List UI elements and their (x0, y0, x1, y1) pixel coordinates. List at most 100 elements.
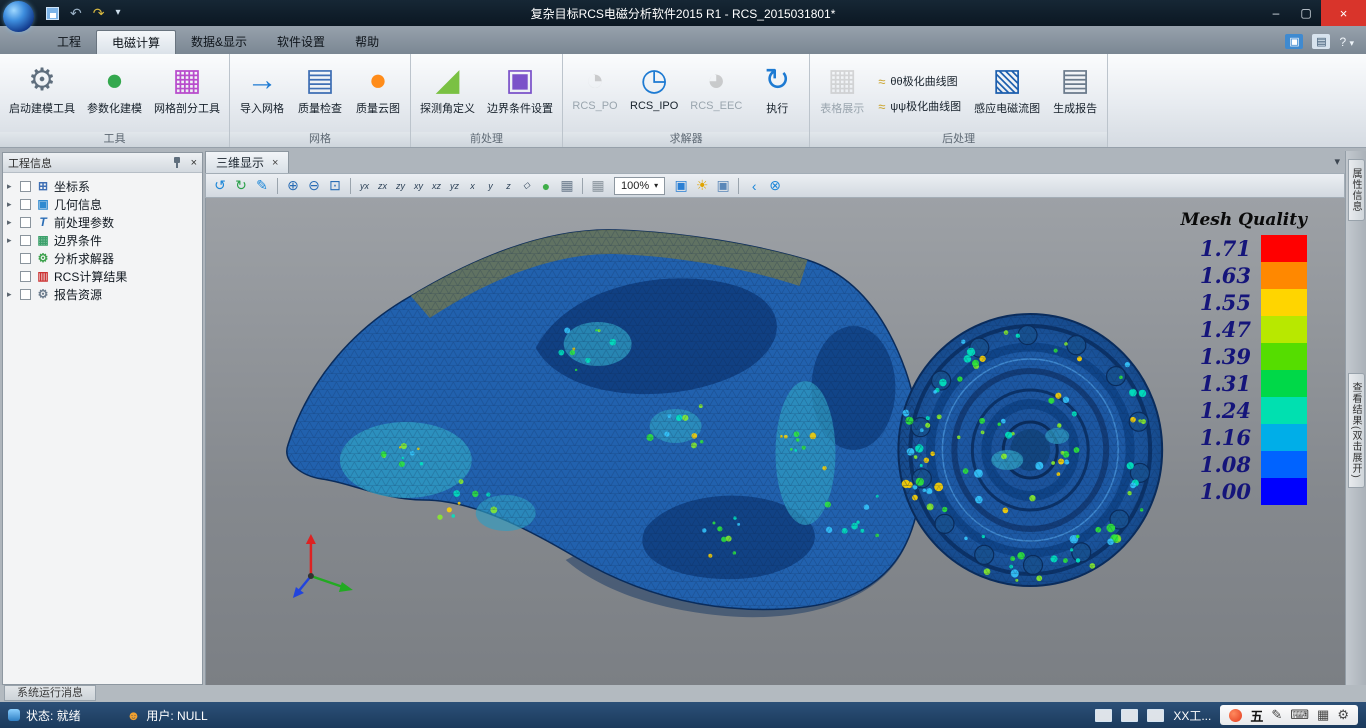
mesh-partition-tool-button[interactable]: ▦ 网格剖分工具 (148, 56, 226, 131)
light-icon[interactable]: ☀ (692, 176, 712, 196)
checkbox[interactable] (20, 289, 31, 300)
render-mode-icon[interactable]: ▣ (671, 176, 691, 196)
parametric-modeling-button[interactable]: ● 参数化建模 (81, 56, 148, 131)
sketch-icon[interactable]: ✎ (252, 176, 272, 196)
minimize-button[interactable]: – (1261, 0, 1291, 26)
generate-report-button[interactable]: ▤ 生成报告 (1046, 56, 1104, 131)
checkbox[interactable] (20, 217, 31, 228)
save-icon[interactable] (46, 7, 59, 20)
ime-mode-indicator[interactable]: 五 (1250, 706, 1263, 725)
tree-item-geometry-info[interactable]: ▸ ▣ 几何信息 (3, 195, 202, 213)
probe-angle-button[interactable]: ◢ 探测角定义 (414, 56, 481, 131)
import-mesh-button[interactable]: → 导入网格 (233, 56, 291, 131)
tree-item-boundary-conditions[interactable]: ▸ ▦ 边界条件 (3, 231, 202, 249)
redo-icon[interactable]: ↷ (93, 6, 105, 20)
theta-polarization-curve-button[interactable]: ≈ θθ极化曲线图 (878, 73, 961, 89)
quality-cloud-button[interactable]: ● 质量云图 (349, 56, 407, 131)
expand-arrow-icon[interactable]: ▸ (7, 235, 18, 246)
app-logo-icon[interactable] (3, 1, 34, 32)
zoom-out-icon[interactable]: ⊖ (304, 176, 324, 196)
launch-modeling-tool-button[interactable]: ⚙ 启动建模工具 (3, 56, 81, 131)
skin-icon[interactable]: ▣ (1285, 34, 1303, 49)
view-xy-icon[interactable]: xy (410, 176, 427, 196)
tab-list-dropdown-icon[interactable]: ▾ (1334, 155, 1340, 168)
tree-item-solver[interactable]: ▸ ⚙ 分析求解器 (3, 249, 202, 267)
tree-item-coordinate-system[interactable]: ▸ ⊞ 坐标系 (3, 177, 202, 195)
checkbox[interactable] (20, 199, 31, 210)
boundary-condition-button[interactable]: ▣ 边界条件设置 (481, 56, 559, 131)
undo-icon[interactable]: ↶ (70, 6, 82, 20)
help-menu-button[interactable]: ? ▾ (1339, 35, 1354, 49)
expand-arrow-icon[interactable]: ▸ (7, 289, 18, 300)
checkbox[interactable] (20, 271, 31, 282)
tab-software-settings[interactable]: 软件设置 (262, 30, 340, 54)
view-zx-icon[interactable]: zx (374, 176, 391, 196)
side-tab-properties[interactable]: 属性信息 (1348, 159, 1365, 221)
checkbox[interactable] (20, 181, 31, 192)
close-button[interactable]: × (1321, 0, 1366, 26)
tab-em-computation[interactable]: 电磁计算 (96, 30, 176, 54)
tab-help[interactable]: 帮助 (340, 30, 394, 54)
view-yx-icon[interactable]: yx (356, 176, 373, 196)
taskbar-window-icon[interactable] (1095, 709, 1112, 722)
display-icon[interactable]: ▤ (1312, 34, 1330, 49)
tree-item-report-resources[interactable]: ▸ ⚙ 报告资源 (3, 285, 202, 303)
side-tab-view-results[interactable]: 查看结果(双击展开) (1348, 373, 1365, 488)
tab-3d-display[interactable]: 三维显示 × (205, 151, 289, 173)
view-xz-icon[interactable]: xz (428, 176, 445, 196)
taskbar-window-icon[interactable] (1147, 709, 1164, 722)
execute-button[interactable]: ↻ 执行 (748, 56, 806, 131)
viewport-3d-canvas[interactable]: Mesh Quality 1.71 1.63 1.55 1.47 1.39 1.… (205, 198, 1345, 685)
tab-project[interactable]: 工程 (42, 30, 96, 54)
table-icon: ▦ (828, 58, 857, 100)
taskbar-app-text[interactable]: XX工... (1173, 707, 1211, 724)
qat-customize-icon[interactable]: ▾ (115, 8, 120, 18)
expand-arrow-icon[interactable]: ▸ (7, 199, 18, 210)
view-zy-icon[interactable]: zy (392, 176, 409, 196)
legend-value: 1.63 (1200, 262, 1261, 289)
ime-logo-icon[interactable] (1229, 709, 1242, 722)
pin-icon[interactable] (172, 157, 182, 168)
panel-close-icon[interactable]: × (191, 157, 197, 169)
psi-polarization-curve-button[interactable]: ≈ ψψ极化曲线图 (878, 98, 961, 114)
view-iso-icon[interactable]: ◇ (518, 176, 535, 196)
tab-close-icon[interactable]: × (272, 157, 278, 169)
shaded-view-icon[interactable]: ● (536, 176, 556, 196)
collapse-icon[interactable]: ‹ (744, 176, 764, 196)
view-z-icon[interactable]: z (500, 176, 517, 196)
close-view-icon[interactable]: ⊗ (765, 176, 785, 196)
orbit-icon[interactable]: ↺ (210, 176, 230, 196)
system-messages-tab[interactable]: 系统运行消息 (4, 685, 96, 701)
ime-settings-gear-icon[interactable]: ⚙ (1337, 707, 1349, 723)
view-y-icon[interactable]: y (482, 176, 499, 196)
checkbox[interactable] (20, 253, 31, 264)
zoom-window-icon[interactable]: ⊡ (325, 176, 345, 196)
taskbar-window-icon[interactable] (1121, 709, 1138, 722)
checkbox[interactable] (20, 235, 31, 246)
view-yz-icon[interactable]: yz (446, 176, 463, 196)
maximize-button[interactable]: ▢ (1291, 0, 1321, 26)
group-label-mesh: 网格 (230, 132, 410, 147)
boundary-grid-icon: ▦ (35, 233, 51, 247)
tree-item-rcs-results[interactable]: ▸ ▥ RCS计算结果 (3, 267, 202, 285)
ime-grid-icon[interactable]: ▦ (1317, 707, 1329, 723)
grid-toggle-icon[interactable]: ▦ (588, 176, 608, 196)
zoom-in-icon[interactable]: ⊕ (283, 176, 303, 196)
tab-data-display[interactable]: 数据&显示 (176, 30, 262, 54)
quality-check-button[interactable]: ▤ 质量检查 (291, 56, 349, 131)
bottom-tab-strip: 系统运行消息 (0, 685, 1366, 702)
wireframe-view-icon[interactable]: ▦ (557, 176, 577, 196)
rcs-ipo-button[interactable]: ◷ RCS_IPO (624, 56, 684, 131)
expand-arrow-icon[interactable]: ▸ (7, 181, 18, 192)
spin-icon[interactable]: ↻ (231, 176, 251, 196)
ime-pen-icon[interactable]: ✎ (1271, 707, 1282, 723)
report-document-icon: ▤ (1060, 58, 1089, 100)
ime-keyboard-icon[interactable]: ⌨ (1290, 707, 1309, 723)
zoom-level-select[interactable]: 100% ▾ (614, 177, 665, 195)
induced-current-map-button[interactable]: ▧ 感应电磁流图 (968, 56, 1046, 131)
view-x-icon[interactable]: x (464, 176, 481, 196)
expand-arrow-icon[interactable]: ▸ (7, 217, 18, 228)
tree-item-preprocess-params[interactable]: ▸ T 前处理参数 (3, 213, 202, 231)
layers-icon[interactable]: ▣ (713, 176, 733, 196)
button-label: RCS_EEC (690, 100, 742, 112)
